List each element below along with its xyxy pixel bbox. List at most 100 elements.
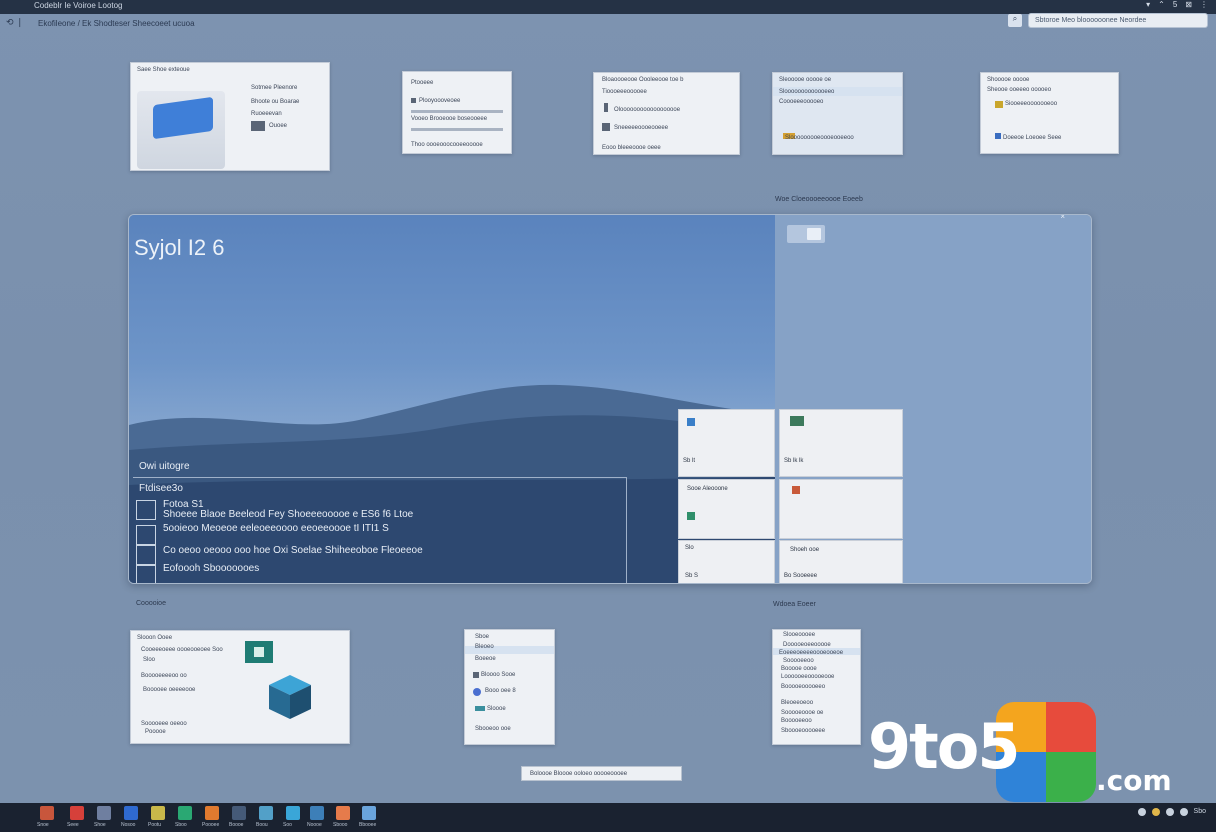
taskbar-app-icon[interactable] [310,806,324,820]
taskbar-app-icon[interactable] [124,806,138,820]
taskbar-app-label: Snoe [37,822,49,828]
taskbar-app-icon[interactable] [97,806,111,820]
thumb-line: Coooeeeooooeo [779,99,824,105]
panel-footer[interactable]: Eofoooh Sbooooooes [163,563,259,574]
tile[interactable]: Sooe Aleooone [678,479,775,539]
taskbar-app-icon[interactable] [259,806,273,820]
panel-row[interactable]: Shoeee Blaoe Beeleod Fey Shoeeeooooe e E… [163,509,413,520]
clock[interactable]: Sbo [1194,808,1206,816]
tile[interactable]: Sb lk lk [779,409,903,477]
taskbar-app-label: Noooe [307,822,322,828]
app-icon [790,416,804,426]
taskbar-app-icon[interactable] [40,806,54,820]
taskbar-app-icon[interactable] [362,806,376,820]
window-title: Codeblr Ie Voiroe Lootog [34,1,123,10]
taskbar-app-label: Shoe [94,822,106,828]
window-thumbnail-4[interactable]: Sleooooe ooooe oe Slooooooooooooeeo Cooo… [772,72,903,155]
taskbar-app-icon[interactable] [232,806,246,820]
breadcrumb[interactable]: Ekofileone / Ek Shodteser Sheecoeet ucuo… [38,19,195,28]
desktop: Codeblr Ie Voiroe Lootog ▾ ⌃ 5 ⊠ ⋮ ⟲ ❘ E… [0,0,1216,832]
panel-heading: Owi uitogre [139,461,190,472]
window-thumbnail-2[interactable]: Ptooeee Plooyoooveoee Vooeo Brooeooe bos… [402,71,512,154]
window-thumbnail-3[interactable]: Bloaoooeooe Oooleeooe toe b Tioooeeeoooo… [593,72,740,155]
battery-icon[interactable] [1179,808,1188,816]
thumb-line: Ptooeee [411,80,434,86]
thumb-line: Ouoee [269,123,288,129]
wallpaper-title: Syjol I2 6 [134,235,225,260]
thumb-line: Doeeoe Loeoee Seee [1003,135,1062,141]
teal-icon [245,641,273,663]
search-icon[interactable]: ⌕ [1008,14,1022,27]
thumb-line: Slooon Ooee [137,635,173,641]
tile-label: Slo [685,545,694,551]
thumb-line: Sheooe ooeeeo ooooeo [987,87,1052,93]
tile[interactable]: Sb lt [678,409,775,477]
taskbar: Snoe Seee Shoe Nosoo Pootu Sboo Poooee Boooe Boo… [0,803,1216,832]
status-bar[interactable]: Boloooe Bloooe ooloeo ooooeoooee [521,766,682,781]
thumb-line: Slooeoooee [783,632,816,638]
refresh-icon[interactable]: ⟲ ❘ [6,17,24,28]
watermark-logo: 9to5 .com [868,702,1198,802]
thumb-line: Plooyoooveoee [419,98,461,104]
taskbar-app-label: Pootu [148,822,162,828]
taskbar-app-label: Boooe [229,822,244,828]
counter-label: 5 [1172,0,1178,9]
taskbar-app-label: Soo [283,822,292,828]
search-input[interactable]: Sbtoroe Meo bloooooonee Neordee [1028,13,1208,28]
taskbar-app-icon[interactable] [336,806,350,820]
main-window-preview[interactable]: Syjol I2 6 Owi uitogre Ftdisee3o Fotoa S… [128,214,1092,584]
thumb-line: Slooooooooeoooeooeeoo [785,135,854,141]
thumb-bar [411,110,503,113]
tile-label: Bo Sooeeee [784,573,818,579]
taskbar-app-label: Nosoo [121,822,136,828]
window-thumbnail-8[interactable]: Slooeoooee Dooooeoeeooooe Eoeeeoeeeeoooe… [772,629,861,745]
taskbar-app-icon[interactable] [151,806,165,820]
tile-label: Sooe Aleooone [687,486,728,492]
row-icon [136,500,156,520]
thumb-line: Boeeoe [475,656,496,662]
window-thumbnail-1[interactable]: Saee Shoe exteoue Sotmee Pleenore Bhoote… [130,62,330,171]
thumb-line: Sboe [475,634,490,640]
window-thumbnail-5[interactable]: Shooooe ooooe Sheooe ooeeeo ooooeo Siooe… [980,72,1119,154]
thumb-line: Booooeeoo [781,718,812,724]
tile[interactable] [779,479,903,539]
taskbar-app-icon[interactable] [205,806,219,820]
thumb-line: Cooeeeoeee oooeooeoee Soo [141,647,223,653]
chevron-up-icon[interactable]: ⌃ [1158,0,1165,9]
thumb-line: Loooooeeooooeooe [781,674,835,680]
taskbar-app-icon[interactable] [70,806,84,820]
more-icon[interactable]: ⋮ [1200,0,1208,9]
panel-row[interactable]: Co oeoo oeooo ooo hoe Oxi Soelae Shiheeo… [163,545,423,556]
window-controls[interactable]: ▾ ⌃ 5 ⊠ ⋮ [1146,0,1208,9]
thumb-line: Thoo oooeooocooeeooooe [411,142,483,148]
thumb-line: Pooooe [145,729,166,735]
thumb-line: Slooooooooooooeeo [779,89,835,95]
file-icon [251,121,265,131]
network-icon[interactable] [1137,808,1146,816]
thumb-line: Bhoote ou Boarae [251,99,300,105]
tile[interactable]: Shoeh ooe Bo Sooeeee [779,540,903,583]
row-icon [136,565,156,583]
taskbar-app-icon[interactable] [178,806,192,820]
window-thumbnail-6[interactable]: Slooon Ooee Cooeeeoeee oooeooeoee Soo Sl… [130,630,350,744]
panel-row[interactable]: 5ooieoo Meoeoe eeleoeeoooo eeoeeoooe tI … [163,523,389,534]
close-icon[interactable]: × [1060,215,1065,221]
window-thumbnail-7[interactable]: Sboe Bleoeo Boeeoe Bloooo Sooe Booo oee … [464,629,555,745]
thumb-line: Sbooeoo ooe [475,726,511,732]
taskbar-app-icon[interactable] [286,806,300,820]
tile[interactable]: Slo Sb S [678,540,775,583]
system-tray[interactable]: Sbo [1137,808,1206,816]
app-icon [792,486,800,494]
thumb-line: Sleooooe ooooe oe [779,77,832,83]
image-icon [602,123,610,131]
notification-icon[interactable] [1151,808,1160,816]
thumb-line: Sooooeee oeeoo [141,721,187,727]
tile-label: Sb S [685,573,699,579]
thumb-bar [411,128,503,131]
thumb-line: Saee Shoe exteoue [137,67,190,73]
close-icon[interactable]: ⊠ [1185,0,1192,9]
taskbar-app-label: Poooee [202,822,220,828]
section-label: Cooooioe [136,600,166,607]
chevron-down-icon[interactable]: ▾ [1146,0,1150,9]
volume-icon[interactable] [1165,808,1174,816]
